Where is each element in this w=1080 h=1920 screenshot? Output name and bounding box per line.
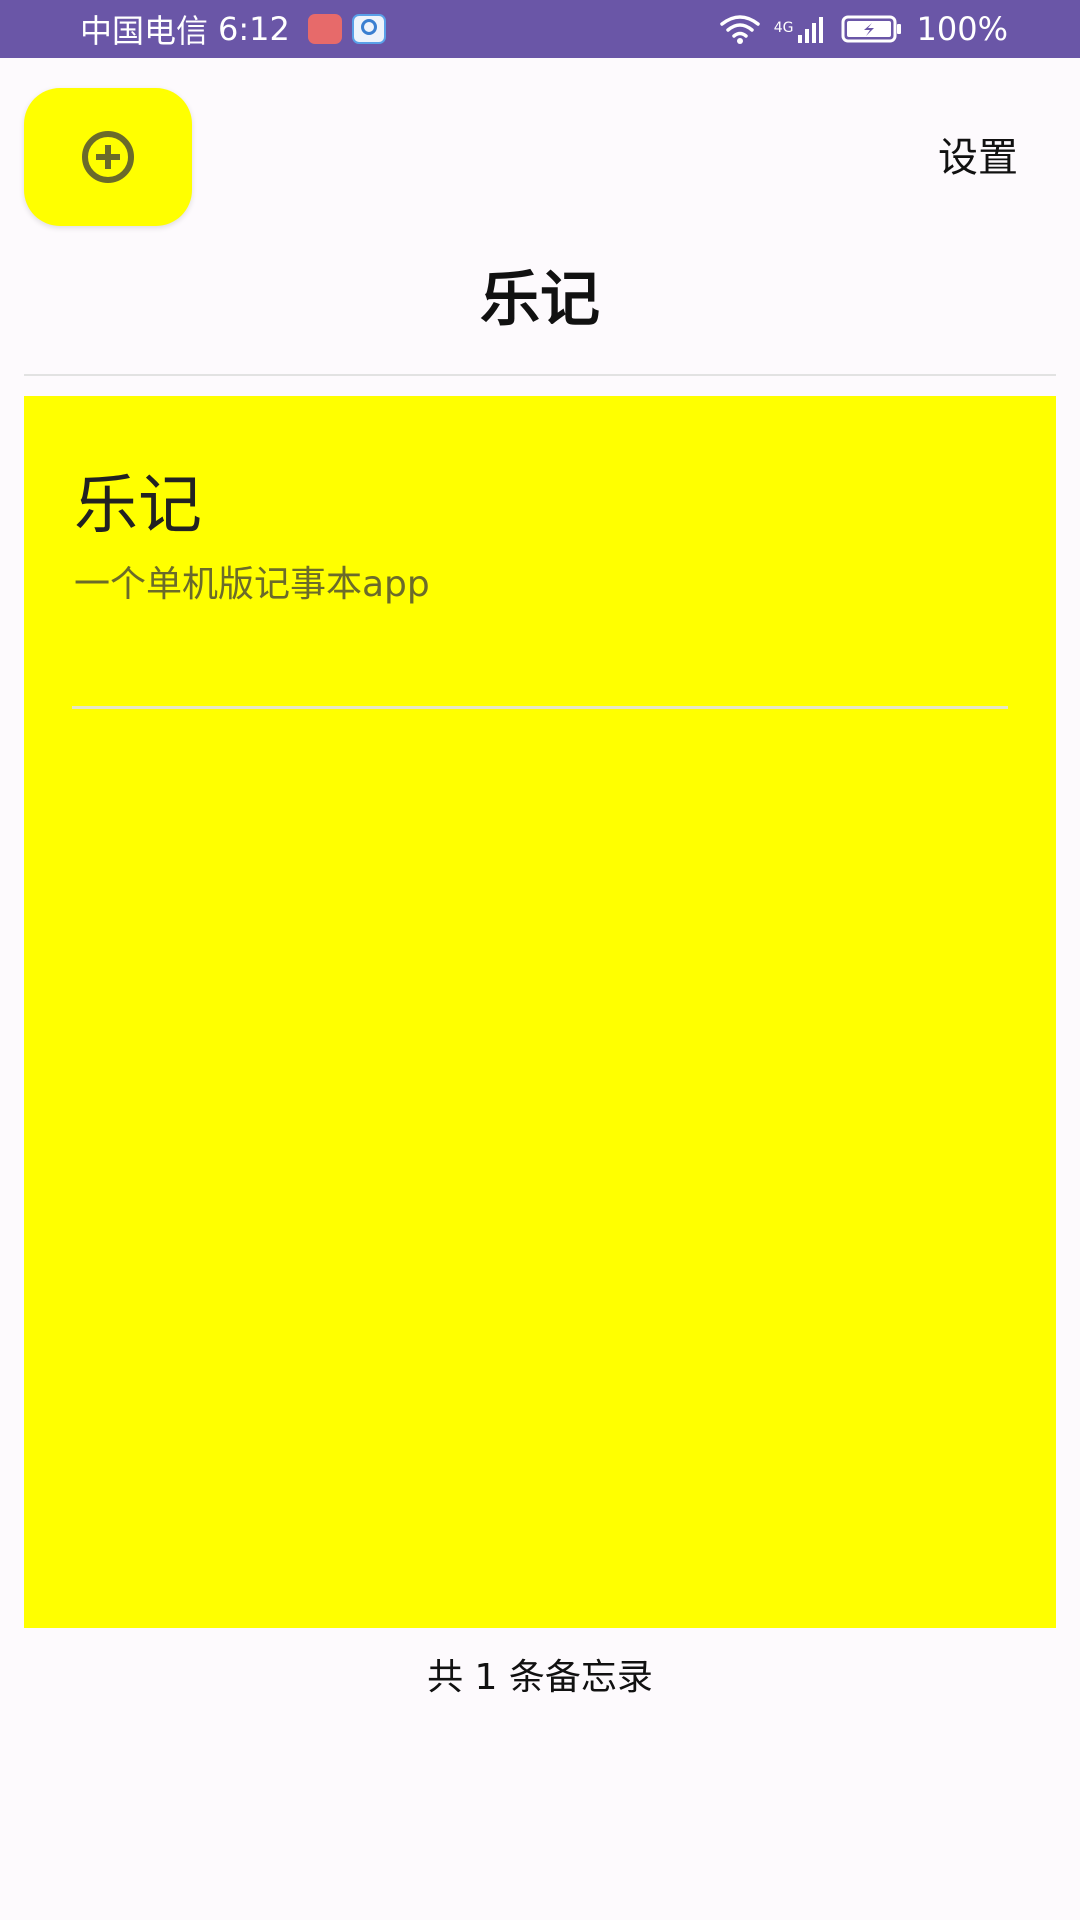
- status-right: 4G 100%: [720, 0, 1008, 58]
- carrier-name: 中国电信: [80, 12, 209, 50]
- huawei-notification-icon: [307, 14, 342, 44]
- wifi-icon: [720, 15, 760, 44]
- cellular-signal-icon: [797, 17, 823, 43]
- app-notification-icon: [351, 14, 386, 44]
- add-note-button[interactable]: [24, 88, 192, 226]
- add-circle-icon: [82, 131, 134, 183]
- signal-group: 4G: [774, 15, 827, 43]
- settings-button[interactable]: 设置: [938, 130, 1018, 186]
- note-card[interactable]: 乐记 一个单机版记事本app: [24, 396, 1056, 1628]
- status-clock: 6:12: [218, 10, 290, 48]
- note-divider: [72, 706, 1008, 709]
- battery-percent: 100%: [916, 10, 1008, 48]
- title-divider: [24, 374, 1056, 376]
- status-bar: 中国电信 6:12 4G 100%: [0, 0, 1080, 58]
- note-count: 共 1 条备忘录: [427, 1657, 653, 1698]
- note-content: 一个单机版记事本app: [74, 564, 430, 605]
- note-title: 乐记: [74, 469, 202, 543]
- network-type-label: 4G: [773, 20, 794, 36]
- battery-charging-icon: [841, 15, 901, 43]
- page-title: 乐记: [480, 265, 600, 335]
- status-left: 中国电信 6:12: [80, 0, 386, 58]
